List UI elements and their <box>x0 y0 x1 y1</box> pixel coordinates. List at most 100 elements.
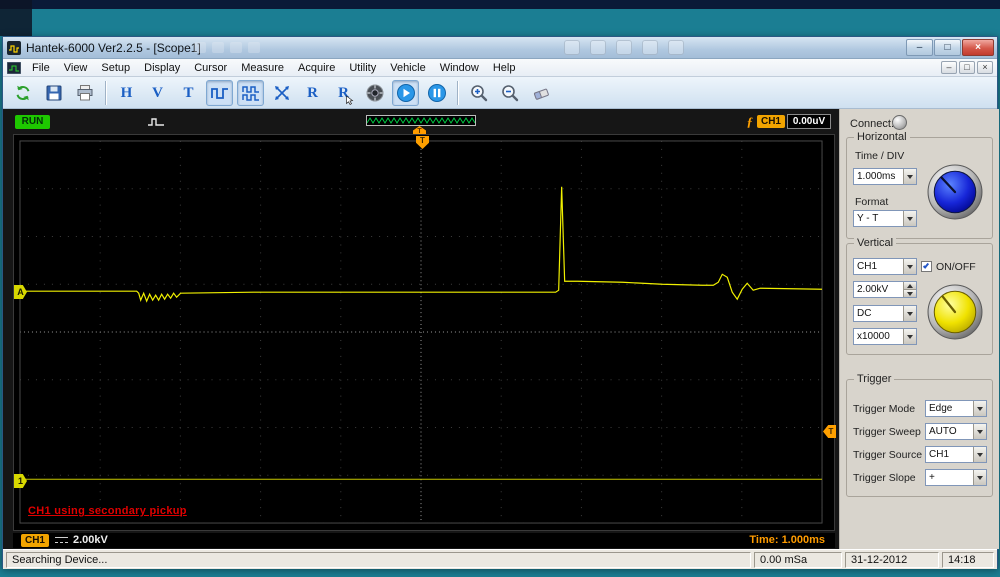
menu-cursor[interactable]: Cursor <box>187 59 234 77</box>
overlay-icon <box>230 42 242 53</box>
chevron-down-icon <box>973 447 986 462</box>
save-button[interactable] <box>40 80 67 106</box>
minimize-button[interactable]: – <box>906 39 933 56</box>
cursor-icon <box>345 95 355 105</box>
wave2-icon <box>241 83 261 103</box>
title-bar[interactable]: Hantek-6000 Ver2.2.5 - [Scope1] – □ × <box>3 37 997 59</box>
mdi-close-button[interactable]: × <box>977 61 993 74</box>
probe-value: x10000 <box>857 331 890 342</box>
chevron-down-icon <box>973 470 986 485</box>
scope-window-icon <box>7 62 21 74</box>
chevron-down-icon <box>903 329 916 344</box>
onoff-label: ON/OFF <box>936 261 976 273</box>
overlay-icon <box>668 40 684 55</box>
menu-setup[interactable]: Setup <box>94 59 137 77</box>
channel-onoff-checkbox[interactable] <box>921 261 932 272</box>
app-icon <box>7 41 21 55</box>
spinner-buttons[interactable] <box>903 282 916 297</box>
coupling-select[interactable]: DC <box>853 305 917 322</box>
scope-screen[interactable]: A 1 T T CH1 using secondary pickup <box>13 134 835 531</box>
horizontal-panel-button[interactable]: H <box>113 80 140 106</box>
spin-up-icon[interactable] <box>903 282 916 289</box>
menu-help[interactable]: Help <box>486 59 523 77</box>
trigger-sweep-select[interactable]: AUTO <box>925 423 987 440</box>
menu-file[interactable]: File <box>25 59 57 77</box>
run-bar: RUN T ƒ CH1 0.00uV <box>9 113 833 131</box>
ch1-badge: CH1 <box>21 534 49 547</box>
overlay-icon <box>248 42 260 53</box>
mdi-restore-button[interactable]: □ <box>959 61 975 74</box>
vertical-panel-icon: V <box>148 83 168 103</box>
overlay-icon <box>616 40 632 55</box>
overlay-icon <box>194 42 206 53</box>
trigger-group: Trigger Trigger Mode Edge Trigger Sweep … <box>846 379 993 497</box>
menu-vehicle[interactable]: Vehicle <box>383 59 432 77</box>
pulse-icon <box>147 116 165 128</box>
dual-waveform-button[interactable] <box>237 80 264 106</box>
open-icon <box>13 83 33 103</box>
zoom-in-button[interactable] <box>465 80 492 106</box>
vertical-position-knob[interactable] <box>927 284 983 340</box>
menu-acquire[interactable]: Acquire <box>291 59 342 77</box>
time-div-value: 1.000ms <box>857 171 895 182</box>
coupling-value: DC <box>857 308 871 319</box>
pause-button[interactable] <box>423 80 450 106</box>
horizontal-panel-icon: H <box>117 83 137 103</box>
trigger-sweep-value: AUTO <box>929 426 957 437</box>
window-controls: – □ × <box>906 39 994 56</box>
connect-indicator[interactable] <box>892 115 907 130</box>
time-div-select[interactable]: 1.000ms <box>853 168 917 185</box>
chevron-down-icon <box>903 169 916 184</box>
maximize-button[interactable]: □ <box>934 39 961 56</box>
toolbar: HVT RR <box>3 77 997 109</box>
spin-down-icon[interactable] <box>903 289 916 297</box>
open-button[interactable] <box>9 80 36 106</box>
xy-icon <box>272 83 292 103</box>
self-calibration-button[interactable] <box>361 80 388 106</box>
trigger-channel-badge: CH1 <box>757 115 785 128</box>
menu-view[interactable]: View <box>57 59 95 77</box>
menu-utility[interactable]: Utility <box>342 59 383 77</box>
volts-div-spinner[interactable]: 2.00kV <box>853 281 917 298</box>
print-button[interactable] <box>71 80 98 106</box>
desktop-corner-block <box>0 0 32 36</box>
timebase-knob[interactable] <box>927 164 983 220</box>
scope-plot <box>14 135 834 530</box>
trigger-slope-select[interactable]: + <box>925 469 987 486</box>
ref-waveform-icon: R <box>303 83 323 103</box>
trigger-panel-button[interactable]: T <box>175 80 202 106</box>
erase-button[interactable] <box>527 80 554 106</box>
channel-select[interactable]: CH1 <box>853 258 917 275</box>
menu-measure[interactable]: Measure <box>234 59 291 77</box>
probe-select[interactable]: x10000 <box>853 328 917 345</box>
print-icon <box>75 83 95 103</box>
content-area: RUN T ƒ CH1 0.00uV A 1 T T CH1 usi <box>3 109 997 549</box>
checkmark-icon <box>923 262 929 269</box>
volts-div-value: 2.00kV <box>857 284 888 295</box>
trigger-mode-value: Edge <box>929 403 952 414</box>
ref-cursor-button[interactable]: R <box>330 80 357 106</box>
desktop-top-strip <box>0 0 1000 9</box>
zoom-out-button[interactable] <box>496 80 523 106</box>
trigger-position-slider[interactable] <box>366 115 476 126</box>
trigger-source-select[interactable]: CH1 <box>925 446 987 463</box>
vertical-panel-button[interactable]: V <box>144 80 171 106</box>
chevron-down-icon <box>903 306 916 321</box>
trigger-mode-select[interactable]: Edge <box>925 400 987 417</box>
menu-window[interactable]: Window <box>433 59 486 77</box>
channel-value: CH1 <box>857 261 877 272</box>
play-icon <box>396 83 416 103</box>
window-title: Hantek-6000 Ver2.2.5 - [Scope1] <box>26 41 201 55</box>
start-button[interactable] <box>392 80 419 106</box>
mdi-minimize-button[interactable]: – <box>941 61 957 74</box>
horizontal-group: Horizontal Time / DIV 1.000ms Format Y -… <box>846 137 993 239</box>
status-date: 31-12-2012 <box>845 552 939 568</box>
xy-display-button[interactable] <box>268 80 295 106</box>
format-select[interactable]: Y - T <box>853 210 917 227</box>
ref-waveform-button[interactable]: R <box>299 80 326 106</box>
close-button[interactable]: × <box>962 39 994 56</box>
chevron-down-icon <box>973 401 986 416</box>
waveform-display-button[interactable] <box>206 80 233 106</box>
menu-display[interactable]: Display <box>137 59 187 77</box>
pause-icon <box>427 83 447 103</box>
